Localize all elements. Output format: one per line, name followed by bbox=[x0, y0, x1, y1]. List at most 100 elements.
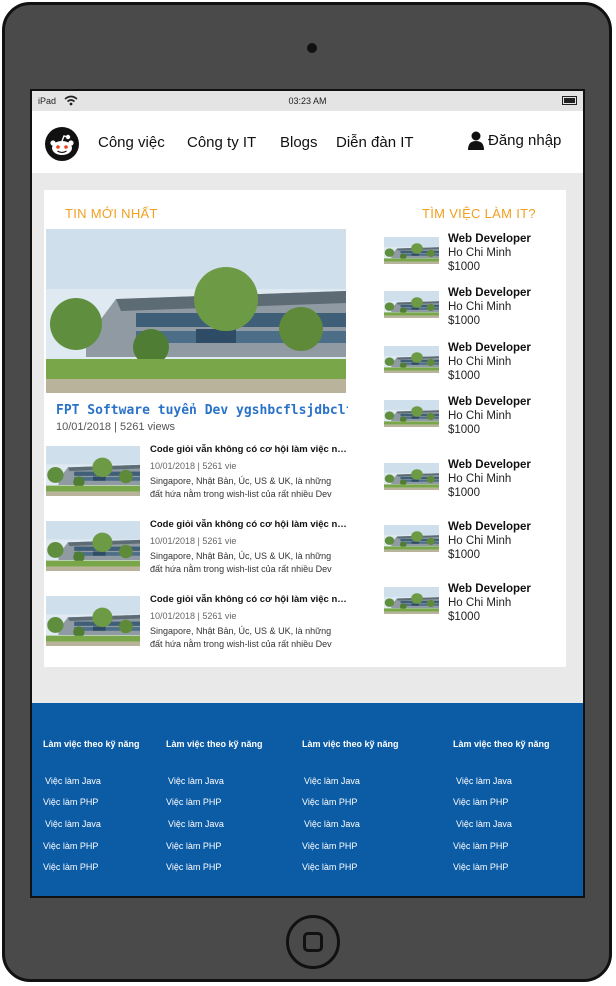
job-salary: $1000 bbox=[448, 315, 480, 327]
job-thumbnail[interactable] bbox=[384, 587, 439, 614]
status-time: 03:23 AM bbox=[288, 96, 327, 106]
job-title[interactable]: Web Developer bbox=[448, 583, 531, 595]
login-label: Đăng nhập bbox=[488, 132, 562, 149]
job-thumbnail[interactable] bbox=[384, 525, 439, 552]
job-title[interactable]: Web Developer bbox=[448, 342, 531, 354]
footer-column: Làm việc theo kỹ năng bbox=[43, 739, 140, 749]
job-title[interactable]: Web Developer bbox=[448, 396, 531, 408]
footer-heading: Làm việc theo kỹ năng bbox=[453, 739, 550, 749]
job-salary: $1000 bbox=[448, 487, 480, 499]
footer-heading: Làm việc theo kỹ năng bbox=[43, 739, 140, 749]
news-title[interactable]: Code giỏi vẫn không có cơ hội làm việc n… bbox=[150, 594, 348, 605]
reddit-alien-icon bbox=[50, 134, 74, 155]
news-meta: 10/01/2018 | 5261 vie bbox=[150, 461, 237, 471]
job-location: Ho Chi Minh bbox=[448, 597, 512, 609]
job-title[interactable]: Web Developer bbox=[448, 233, 531, 245]
footer: Làm việc theo kỹ năng Làm việc theo kỹ n… bbox=[32, 703, 583, 896]
news-title[interactable]: Code giỏi vẫn không có cơ hội làm việc n… bbox=[150, 519, 348, 530]
footer-link[interactable]: Việc làm PHP bbox=[453, 797, 508, 807]
news-title[interactable]: Code giỏi vẫn không có cơ hội làm việc n… bbox=[150, 444, 348, 455]
job-location: Ho Chi Minh bbox=[448, 247, 512, 259]
footer-link[interactable]: Việc làm Java bbox=[168, 776, 224, 786]
camera-dot bbox=[307, 43, 317, 53]
job-location: Ho Chi Minh bbox=[448, 356, 512, 368]
footer-heading: Làm việc theo kỹ năng bbox=[302, 739, 399, 749]
news-description: Singapore, Nhật Bản, Úc, US & UK, là nhữ… bbox=[150, 476, 332, 499]
job-title[interactable]: Web Developer bbox=[448, 521, 531, 533]
job-item[interactable]: Web Developer Ho Chi Minh $1000 bbox=[384, 287, 564, 331]
footer-link[interactable]: Việc làm PHP bbox=[166, 797, 221, 807]
top-navigation: Công việc Công ty IT Blogs Diễn đàn IT Đ… bbox=[32, 111, 583, 173]
job-thumbnail[interactable] bbox=[384, 291, 439, 318]
news-thumbnail[interactable] bbox=[46, 446, 140, 496]
job-item[interactable]: Web Developer Ho Chi Minh $1000 bbox=[384, 521, 564, 565]
job-thumbnail[interactable] bbox=[384, 400, 439, 427]
news-thumbnail[interactable] bbox=[46, 521, 140, 571]
news-thumbnail[interactable] bbox=[46, 596, 140, 646]
footer-link[interactable]: Việc làm Java bbox=[304, 819, 360, 829]
job-location: Ho Chi Minh bbox=[448, 301, 512, 313]
footer-link[interactable]: Việc làm PHP bbox=[166, 862, 221, 872]
logo[interactable] bbox=[45, 127, 79, 161]
job-item[interactable]: Web Developer Ho Chi Minh $1000 bbox=[384, 342, 564, 386]
footer-link[interactable]: Việc làm Java bbox=[304, 776, 360, 786]
footer-heading: Làm việc theo kỹ năng bbox=[166, 739, 263, 749]
status-bar: iPad 03:23 AM bbox=[32, 91, 583, 111]
job-salary: $1000 bbox=[448, 424, 480, 436]
news-description: Singapore, Nhật Bản, Úc, US & UK, là nhữ… bbox=[150, 626, 332, 649]
footer-link[interactable]: Việc làm PHP bbox=[43, 841, 98, 851]
footer-column: Làm việc theo kỹ năng bbox=[166, 739, 263, 749]
footer-link[interactable]: Việc làm PHP bbox=[43, 797, 98, 807]
job-item[interactable]: Web Developer Ho Chi Minh $1000 bbox=[384, 583, 564, 627]
footer-link[interactable]: Việc làm PHP bbox=[302, 797, 357, 807]
login-button[interactable]: Đăng nhập bbox=[468, 131, 561, 150]
news-item[interactable]: Code giỏi vẫn không có cơ hội làm việc n… bbox=[46, 594, 348, 654]
footer-link[interactable]: Việc làm PHP bbox=[453, 862, 508, 872]
news-meta: 10/01/2018 | 5261 vie bbox=[150, 611, 237, 621]
job-salary: $1000 bbox=[448, 370, 480, 382]
home-button[interactable] bbox=[286, 915, 340, 969]
job-salary: $1000 bbox=[448, 611, 480, 623]
job-salary: $1000 bbox=[448, 261, 480, 273]
nav-it-companies[interactable]: Công ty IT bbox=[187, 134, 256, 151]
job-title[interactable]: Web Developer bbox=[448, 287, 531, 299]
nav-jobs[interactable]: Công việc bbox=[98, 134, 165, 151]
footer-link[interactable]: Việc làm Java bbox=[45, 776, 101, 786]
job-location: Ho Chi Minh bbox=[448, 535, 512, 547]
hero-news-meta: 10/01/2018 | 5261 views bbox=[56, 421, 176, 433]
footer-column: Làm việc theo kỹ năng bbox=[302, 739, 399, 749]
find-it-jobs-title: TÌM VIỆC LÀM IT? bbox=[422, 206, 536, 221]
job-item[interactable]: Web Developer Ho Chi Minh $1000 bbox=[384, 459, 564, 503]
footer-link[interactable]: Việc làm Java bbox=[45, 819, 101, 829]
nav-blogs[interactable]: Blogs bbox=[280, 134, 318, 151]
job-salary: $1000 bbox=[448, 549, 480, 561]
job-location: Ho Chi Minh bbox=[448, 473, 512, 485]
footer-link[interactable]: Việc làm PHP bbox=[302, 841, 357, 851]
job-location: Ho Chi Minh bbox=[448, 410, 512, 422]
user-icon bbox=[468, 131, 484, 150]
footer-link[interactable]: Việc làm Java bbox=[168, 819, 224, 829]
footer-link[interactable]: Việc làm PHP bbox=[43, 862, 98, 872]
hero-image[interactable] bbox=[46, 229, 346, 393]
footer-link[interactable]: Việc làm Java bbox=[456, 776, 512, 786]
news-description: Singapore, Nhật Bản, Úc, US & UK, là nhữ… bbox=[150, 551, 332, 574]
job-thumbnail[interactable] bbox=[384, 346, 439, 373]
footer-link[interactable]: Việc làm PHP bbox=[453, 841, 508, 851]
job-thumbnail[interactable] bbox=[384, 237, 439, 264]
nav-it-forum[interactable]: Diễn đàn IT bbox=[336, 134, 414, 151]
footer-link[interactable]: Việc làm PHP bbox=[166, 841, 221, 851]
job-item[interactable]: Web Developer Ho Chi Minh $1000 bbox=[384, 396, 564, 440]
main-content: TIN MỚI NHẤT TÌM VIỆC LÀM IT? FPT Softwa… bbox=[44, 190, 566, 667]
hero-news-title[interactable]: FPT Software tuyển Dev ygshbcflsjdbclfsd… bbox=[56, 403, 348, 418]
footer-link[interactable]: Việc làm Java bbox=[456, 819, 512, 829]
latest-news-title: TIN MỚI NHẤT bbox=[65, 206, 158, 221]
job-title[interactable]: Web Developer bbox=[448, 459, 531, 471]
screen: iPad 03:23 AM Công việc Công ty IT Blogs bbox=[30, 89, 585, 898]
footer-column: Làm việc theo kỹ năng bbox=[453, 739, 550, 749]
battery-icon bbox=[562, 96, 577, 105]
news-item[interactable]: Code giỏi vẫn không có cơ hội làm việc n… bbox=[46, 444, 348, 504]
job-item[interactable]: Web Developer Ho Chi Minh $1000 bbox=[384, 233, 564, 277]
job-thumbnail[interactable] bbox=[384, 463, 439, 490]
footer-link[interactable]: Việc làm PHP bbox=[302, 862, 357, 872]
news-item[interactable]: Code giỏi vẫn không có cơ hội làm việc n… bbox=[46, 519, 348, 579]
